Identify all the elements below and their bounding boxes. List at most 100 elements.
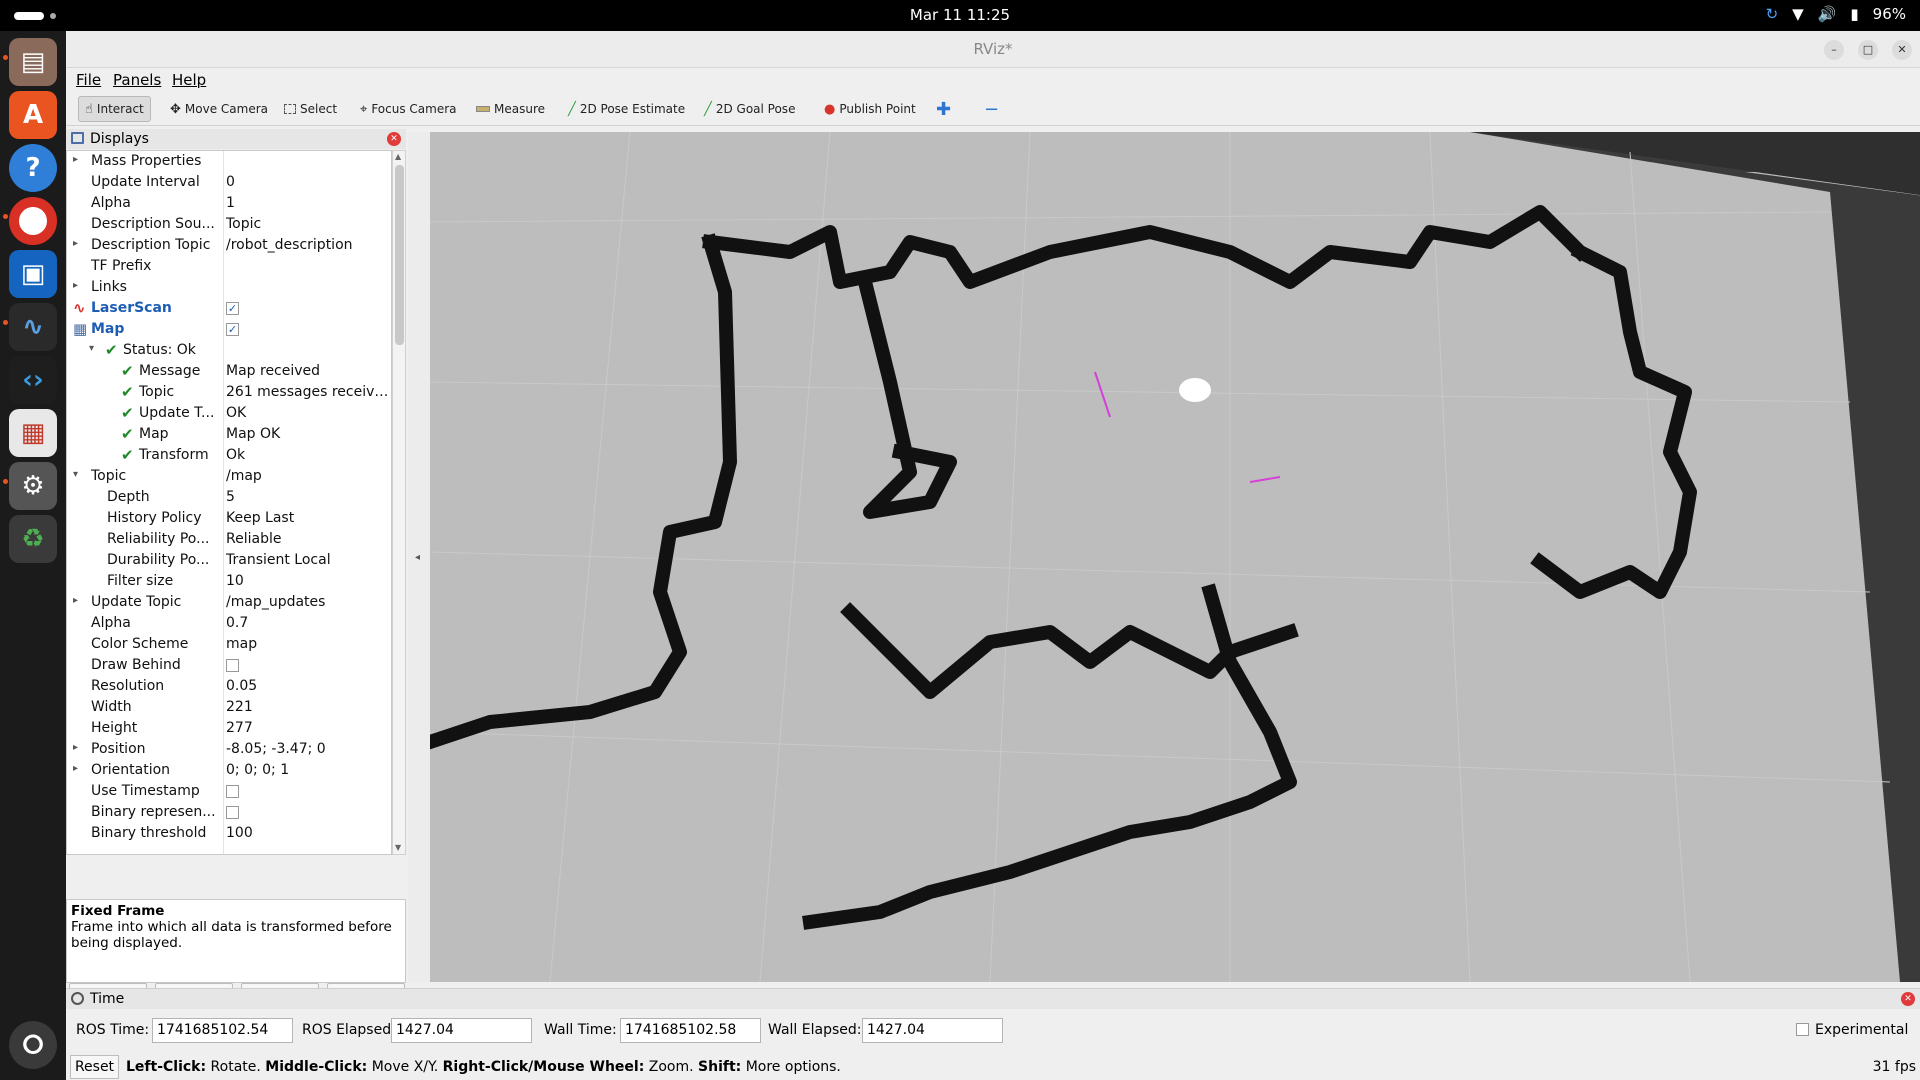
close-icon[interactable]: ✕ [1892,40,1912,60]
property-value[interactable]: 0.7 [226,615,390,631]
property-row[interactable]: Draw Behind [67,655,391,676]
tool-move-camera[interactable]: ✥ Move Camera [164,96,274,122]
expand-right-icon[interactable]: ▸ [73,154,78,165]
displays-scrollbar[interactable]: ▲ ▼ [392,150,406,855]
property-row[interactable]: ▸ Mass Properties [67,151,391,172]
property-row[interactable]: ▾ Topic/map [67,466,391,487]
window-titlebar[interactable]: RViz* – □ ✕ [66,31,1920,68]
property-row[interactable]: ✔ Transform Ok [67,445,391,466]
property-row[interactable]: ▾ ✔ Status: Ok [67,340,391,361]
app-center-icon[interactable]: A [9,91,57,139]
property-row[interactable]: Resolution 0.05 [67,676,391,697]
expand-down-icon[interactable]: ▾ [73,469,78,480]
property-row[interactable]: ▸ Links [67,277,391,298]
tool-publish-point[interactable]: ● Publish Point [818,96,922,122]
menu-help[interactable]: Help [172,71,206,89]
ros-time-field[interactable]: 1741685102.54 [152,1018,293,1043]
render-viewport[interactable] [430,132,1920,982]
scroll-down-icon[interactable]: ▼ [395,843,401,852]
vscode-icon[interactable]: ‹› [9,356,57,404]
wall-time-field[interactable]: 1741685102.58 [620,1018,761,1043]
property-row[interactable]: ∿ LaserScan ✓ [67,298,391,319]
property-row[interactable]: ✔ Message Map received [67,361,391,382]
property-row[interactable]: Reliability Po... Reliable [67,529,391,550]
property-row[interactable]: Width 221 [67,697,391,718]
files-icon[interactable]: ▤ [9,38,57,86]
property-row[interactable]: Filter size 10 [67,571,391,592]
property-row[interactable]: ▸ Description Topic/robot_description [67,235,391,256]
expand-right-icon[interactable]: ▸ [73,280,78,291]
expand-right-icon[interactable]: ▸ [73,595,78,606]
property-value[interactable]: Ok [226,447,390,463]
tool-focus-camera[interactable]: ⌖ Focus Camera [354,96,463,122]
property-row[interactable]: Alpha 0.7 [67,613,391,634]
property-row[interactable]: ▦ Map ✓ [67,319,391,340]
displays-tree[interactable]: ▸ Mass Properties Update Interval 0 Alpha 1 De… [66,150,392,855]
system-clock[interactable]: Mar 11 11:25 [0,6,1920,24]
close-panel-icon[interactable]: ✕ [387,132,401,146]
app-grid-icon[interactable]: ⭘ [9,1021,57,1069]
minimize-icon[interactable]: – [1824,40,1844,60]
property-value[interactable]: 0 [226,174,390,190]
property-row[interactable]: ▸ Position -8.05; -3.47; 0 [67,739,391,760]
property-checkbox[interactable] [226,785,239,798]
system-monitor-icon[interactable]: ∿ [9,303,57,351]
expand-right-icon[interactable]: ▸ [73,238,78,249]
ros-elapsed-field[interactable]: 1427.04 [391,1018,532,1043]
system-tray[interactable]: ↻ ▼ 🔊 ▮ 96% [1766,5,1906,23]
expand-right-icon[interactable]: ▸ [73,763,78,774]
rviz-icon[interactable]: ▦ [9,409,57,457]
property-value[interactable]: 10 [226,573,390,589]
property-row[interactable]: Color Scheme map [67,634,391,655]
property-row[interactable]: ✔ Update T... OK [67,403,391,424]
property-row[interactable]: Description Sou... Topic [67,214,391,235]
tool-2d-goal-pose[interactable]: ╱ 2D Goal Pose [698,96,801,122]
wall-elapsed-field[interactable]: 1427.04 [862,1018,1003,1043]
remove-tool-icon[interactable]: − [978,96,1005,122]
chrome-icon[interactable] [9,197,57,245]
property-value[interactable]: 221 [226,699,390,715]
property-row[interactable]: Use Timestamp [67,781,391,802]
property-row[interactable]: ✔ Topic 261 messages receive... [67,382,391,403]
help-icon[interactable]: ? [9,144,57,192]
property-row[interactable]: Height 277 [67,718,391,739]
property-value[interactable]: Topic [226,216,390,232]
property-value[interactable]: 261 messages receive... [226,384,390,400]
property-value[interactable]: Transient Local [226,552,390,568]
property-checkbox[interactable] [226,806,239,819]
scroll-thumb[interactable] [395,165,404,345]
expand-down-icon[interactable]: ▾ [89,343,94,354]
property-value[interactable]: Keep Last [226,510,390,526]
property-value[interactable]: map [226,636,390,652]
settings-icon[interactable]: ⚙ [9,462,57,510]
property-value[interactable]: /map_updates [226,594,390,610]
remote-desktop-icon[interactable]: ▣ [9,250,57,298]
property-row[interactable]: Durability Po... Transient Local [67,550,391,571]
property-value[interactable]: 0; 0; 0; 1 [226,762,390,778]
property-value[interactable]: 100 [226,825,390,841]
property-value[interactable]: 277 [226,720,390,736]
property-value[interactable]: Map OK [226,426,390,442]
property-row[interactable]: Depth 5 [67,487,391,508]
property-row[interactable]: ▸ Orientation 0; 0; 0; 1 [67,760,391,781]
property-row[interactable]: Alpha 1 [67,193,391,214]
property-value[interactable]: 0.05 [226,678,390,694]
property-row[interactable]: ▸ Update Topic/map_updates [67,592,391,613]
property-checkbox[interactable] [226,659,239,672]
menu-file[interactable]: File [76,71,101,89]
close-panel-icon[interactable]: ✕ [1901,992,1915,1006]
property-row[interactable]: Binary threshold 100 [67,823,391,844]
property-row[interactable]: History Policy Keep Last [67,508,391,529]
property-value[interactable]: 5 [226,489,390,505]
property-value[interactable]: OK [226,405,390,421]
property-value[interactable]: Map received [226,363,390,379]
left-splitter[interactable]: ◂ [408,132,430,982]
scroll-up-icon[interactable]: ▲ [395,152,401,161]
reset-button[interactable]: Reset [70,1055,119,1079]
maximize-icon[interactable]: □ [1858,40,1878,60]
property-value[interactable]: -8.05; -3.47; 0 [226,741,390,757]
property-checkbox[interactable]: ✓ [226,302,239,315]
tool-2d-pose-estimate[interactable]: ╱ 2D Pose Estimate [562,96,691,122]
tool-interact[interactable]: ☝ Interact [78,96,151,122]
property-checkbox[interactable]: ✓ [226,323,239,336]
